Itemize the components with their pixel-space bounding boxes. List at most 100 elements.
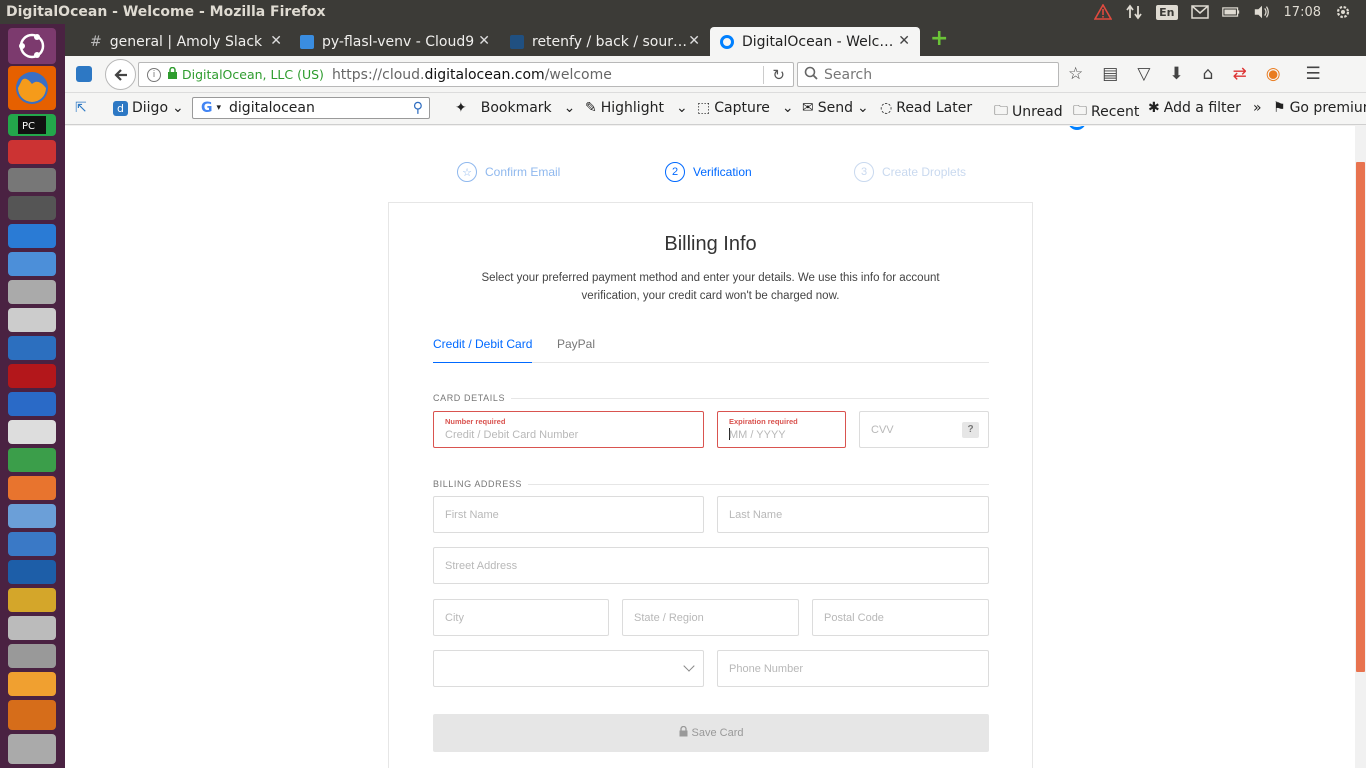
app-launcher-icon[interactable] [8,504,56,528]
close-icon[interactable]: ✕ [478,33,490,49]
bookmark-star-icon[interactable]: ☆ [1068,64,1083,84]
search-input[interactable]: Search [824,67,872,83]
trash-icon[interactable] [8,734,56,764]
divider [528,483,989,485]
phone-number-field[interactable]: Phone Number [717,650,989,687]
gear-icon[interactable] [1334,4,1352,20]
send-button[interactable]: ✉ Send ⌄ [802,100,869,116]
billing-card: Billing Info Select your preferred payme… [388,202,1033,768]
network-arrows-icon[interactable] [1125,4,1143,20]
search-bar[interactable]: Search [797,62,1059,87]
close-icon[interactable]: ✕ [898,33,910,49]
clock[interactable]: 17:08 [1284,5,1321,20]
tab-label: general | Amoly Slack [109,33,263,50]
tab-bitbucket[interactable]: retenfy / back / sour… ✕ [500,27,710,56]
ubuntu-dash-icon[interactable] [8,28,56,64]
app-launcher-icon[interactable] [8,560,56,584]
diigo-menu[interactable]: d Diigo ⌄ [113,100,184,116]
tab-paypal[interactable]: PayPal [557,337,595,363]
country-select[interactable] [433,650,704,687]
highlight-button[interactable]: ✎ Highlight ⌄ [585,100,688,116]
overflow-chevron[interactable]: » [1253,100,1262,116]
slack-hash-icon: # [90,33,102,50]
app-launcher-icon[interactable] [8,140,56,164]
postal-code-field[interactable]: Postal Code [812,599,989,636]
tab-slack[interactable]: # general | Amoly Slack ✕ [80,27,292,56]
warning-icon[interactable] [1094,4,1113,20]
mail-icon[interactable] [1190,4,1209,20]
add-filter-button[interactable]: ✱ Add a filter [1148,100,1241,116]
url-text[interactable]: https://cloud.digitalocean.com/welcome [332,67,612,83]
save-card-button[interactable]: Save Card [433,714,989,752]
volume-icon[interactable] [1253,4,1271,20]
app-launcher-icon[interactable] [8,588,56,612]
back-button[interactable] [105,59,136,90]
scrollbar-thumb[interactable] [1356,162,1365,672]
pycharm-icon[interactable]: PC [8,114,56,136]
toolbar-icons: ☆ ▤ ▽ ⬇ ⌂ ⇄ ◉ ☰ [1068,64,1321,84]
keyboard-layout-indicator[interactable]: En [1156,4,1178,20]
url-bar[interactable]: i DigitalOcean, LLC (US) https://cloud.d… [138,62,794,87]
expiration-field[interactable]: Expiration required MM / YYYY [717,411,846,448]
diigo-search-input[interactable]: G ▾ digitalocean ⚲ [192,97,430,119]
reader-list-icon[interactable]: ▤ [1102,64,1118,84]
reload-icon[interactable]: ↻ [763,66,785,84]
card-number-field[interactable]: Number required Credit / Debit Card Numb… [433,411,704,448]
app-launcher-icon[interactable] [8,476,56,500]
tab-cloud9[interactable]: py-flasl-venv - Cloud9 ✕ [290,27,500,56]
close-icon[interactable]: ✕ [270,33,282,49]
app-launcher-icon[interactable] [8,252,56,276]
app-launcher-icon[interactable] [8,448,56,472]
cvv-field[interactable]: CVV ? [859,411,989,448]
page-scrollbar[interactable] [1355,126,1366,768]
download-icon[interactable]: ⬇ [1169,64,1183,84]
website-copier-icon[interactable] [8,700,56,730]
extension-icon[interactable]: ◉ [1266,64,1281,84]
app-launcher-icon[interactable] [8,532,56,556]
last-name-field[interactable]: Last Name [717,496,989,533]
tab-credit-card[interactable]: Credit / Debit Card [433,337,533,363]
unread-folder[interactable]: 🗀 Unread [994,100,1063,124]
hamburger-menu-icon[interactable]: ☰ [1306,64,1321,84]
pocket-icon[interactable]: ▽ [1137,64,1150,84]
tab-digitalocean[interactable]: DigitalOcean - Welc… ✕ [710,27,920,56]
go-premium-button[interactable]: ⚑ Go premium [1273,100,1366,116]
app-launcher-icon[interactable] [8,644,56,668]
app-launcher-icon[interactable] [8,672,56,696]
filter-icon: ✱ [1148,100,1160,116]
close-icon[interactable]: ✕ [688,33,700,49]
firefox-icon[interactable] [8,66,56,110]
diigo-sidebar-icon[interactable] [76,66,92,82]
capture-button[interactable]: ⬚ Capture ⌄ [697,100,794,116]
info-icon[interactable]: i [147,67,161,82]
app-launcher-icon[interactable] [8,280,56,304]
app-launcher-icon[interactable] [8,224,56,248]
city-field[interactable]: City [433,599,609,636]
read-later-button[interactable]: ◌ Read Later [880,100,972,116]
diigo-sidebar-toggle-icon[interactable]: ⇱ [75,100,87,116]
recent-folder[interactable]: 🗀 Recent [1073,100,1139,124]
first-name-field[interactable]: First Name [433,496,704,533]
app-launcher-icon[interactable] [8,392,56,416]
cvv-help-icon[interactable]: ? [962,422,979,438]
filezilla-icon[interactable] [8,364,56,388]
app-launcher-icon[interactable] [8,168,56,192]
street-address-field[interactable]: Street Address [433,547,989,584]
app-launcher-icon[interactable] [8,420,56,444]
app-launcher-icon[interactable] [8,308,56,332]
svg-text:PC: PC [22,121,35,132]
lock-icon[interactable] [167,66,178,83]
battery-icon[interactable] [1221,4,1240,20]
tab-strip: # general | Amoly Slack ✕ py-flasl-venv … [65,24,1366,56]
site-identity[interactable]: DigitalOcean, LLC (US) [182,67,324,82]
new-tab-icon[interactable]: + [930,28,948,50]
bitbucket-icon [510,34,524,49]
app-launcher-icon[interactable] [8,196,56,220]
home-icon[interactable]: ⌂ [1203,64,1214,84]
state-region-field[interactable]: State / Region [622,599,799,636]
search-icon[interactable]: ⚲ [413,100,423,116]
app-launcher-icon[interactable] [8,336,56,360]
app-launcher-icon[interactable] [8,616,56,640]
sync-arrows-icon[interactable]: ⇄ [1232,64,1246,84]
bookmark-button[interactable]: ✦ Bookmark ⌄ [455,100,575,116]
